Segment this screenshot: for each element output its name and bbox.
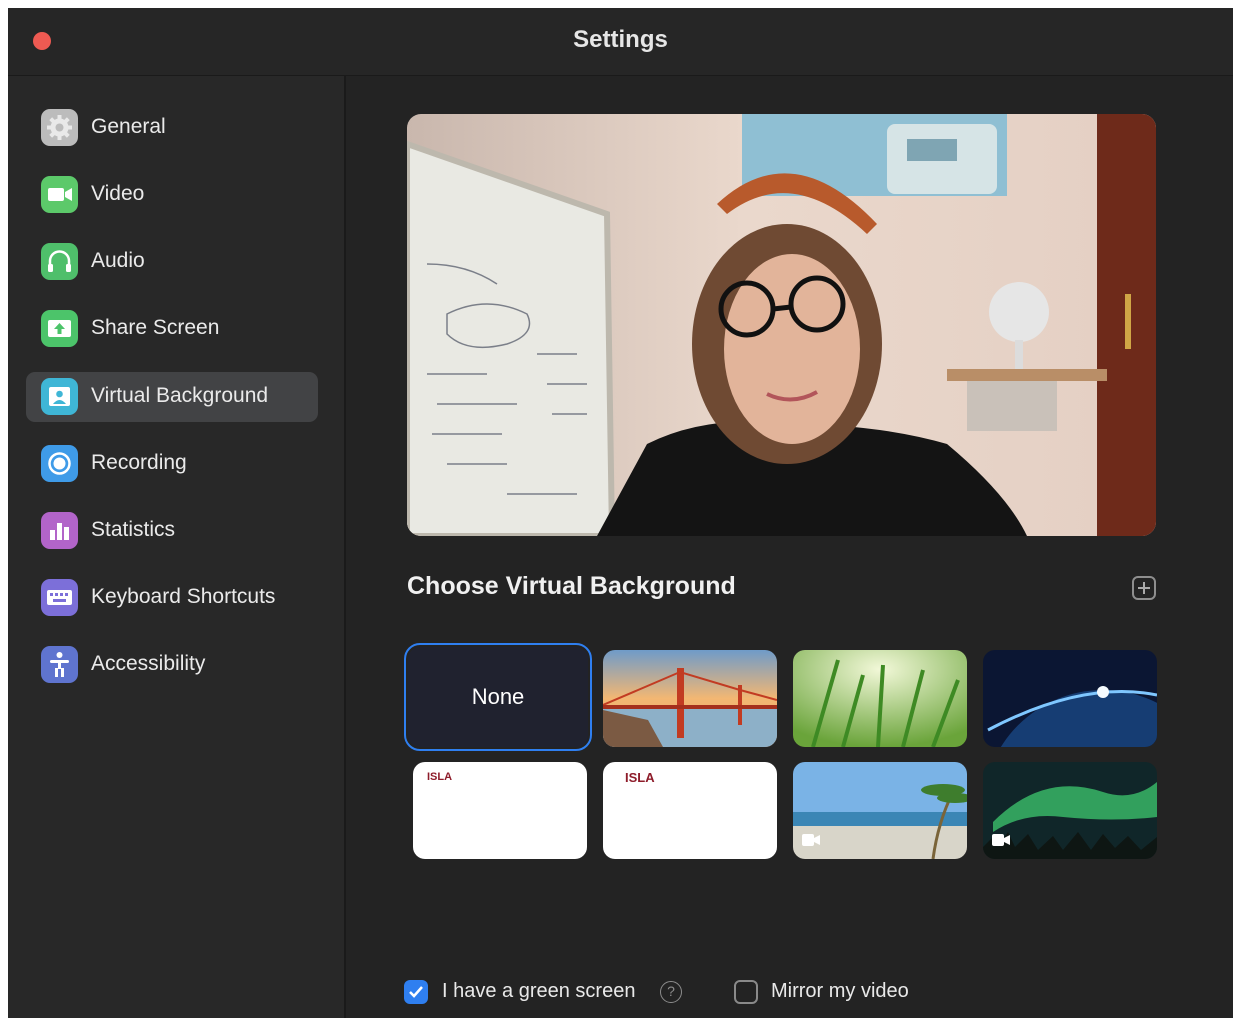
- isla-logo-text: ISLA: [625, 770, 655, 785]
- background-option-beach[interactable]: [793, 762, 967, 859]
- golden-gate-bridge-image: [603, 650, 777, 747]
- sidebar-item-label: Accessibility: [91, 652, 206, 675]
- settings-sidebar: General Video Audio Share Screen Virtual…: [8, 76, 346, 1018]
- background-none-label: None: [471, 684, 525, 709]
- sidebar-item-label: Statistics: [91, 518, 176, 541]
- background-option-none[interactable]: None: [404, 643, 592, 751]
- camera-preview: [407, 114, 1156, 536]
- green-screen-checkbox[interactable]: [404, 980, 428, 1004]
- record-icon: [41, 445, 78, 482]
- accessibility-icon: [41, 646, 78, 683]
- sidebar-item-label: Recording: [91, 451, 187, 474]
- gear-icon: [41, 109, 78, 146]
- background-options-footer: I have a green screen ? Mirror my video: [404, 976, 1104, 1006]
- earth-from-space-image: [983, 650, 1157, 747]
- green-screen-label[interactable]: I have a green screen: [442, 980, 635, 1003]
- bar-chart-icon: [41, 512, 78, 549]
- keyboard-icon: [41, 579, 78, 616]
- background-option-aurora[interactable]: [983, 762, 1157, 859]
- sidebar-item-label: Audio: [91, 249, 145, 272]
- window-title: Settings: [573, 26, 668, 53]
- checkmark-icon: [409, 986, 423, 998]
- sidebar-item-share-screen[interactable]: Share Screen: [26, 304, 318, 354]
- settings-main-panel: Choose Virtual Background None ISLA ISLA…: [346, 76, 1233, 1018]
- sidebar-item-label: Video: [91, 182, 145, 205]
- video-camera-icon: [41, 176, 78, 213]
- background-option-isla-1[interactable]: ISLA: [413, 762, 587, 859]
- sidebar-item-label: Virtual Background: [91, 384, 269, 407]
- background-option-grass[interactable]: [793, 650, 967, 747]
- sidebar-item-audio[interactable]: Audio: [26, 237, 318, 287]
- sidebar-item-statistics[interactable]: Statistics: [26, 506, 318, 556]
- choose-background-heading: Choose Virtual Background: [407, 572, 736, 600]
- virtual-background-icon: [41, 378, 78, 415]
- title-bar: Settings: [8, 8, 1233, 76]
- sidebar-item-recording[interactable]: Recording: [26, 439, 318, 489]
- mirror-video-checkbox[interactable]: [734, 980, 758, 1004]
- background-option-isla-2[interactable]: ISLA: [603, 762, 777, 859]
- sidebar-item-label: Share Screen: [91, 316, 220, 339]
- video-camera-icon: [992, 834, 1010, 846]
- sidebar-item-general[interactable]: General: [26, 103, 318, 153]
- sidebar-item-keyboard-shortcuts[interactable]: Keyboard Shortcuts: [26, 573, 318, 623]
- background-option-golden-gate[interactable]: [603, 650, 777, 747]
- mirror-video-label[interactable]: Mirror my video: [771, 980, 909, 1003]
- sidebar-item-virtual-background[interactable]: Virtual Background: [26, 372, 318, 422]
- sidebar-item-label: Keyboard Shortcuts: [91, 585, 276, 608]
- sidebar-item-label: General: [91, 115, 166, 138]
- help-icon[interactable]: ?: [660, 981, 682, 1003]
- sidebar-item-video[interactable]: Video: [26, 170, 318, 220]
- grass-image: [793, 650, 967, 747]
- sidebar-item-accessibility[interactable]: Accessibility: [26, 640, 318, 690]
- video-camera-icon: [802, 834, 820, 846]
- share-screen-icon: [41, 310, 78, 347]
- isla-logo-text: ISLA: [427, 771, 453, 783]
- headphones-icon: [41, 243, 78, 280]
- settings-window: Settings General Video Audio Share Scree…: [8, 8, 1233, 1018]
- background-option-earth[interactable]: [983, 650, 1157, 747]
- add-background-button[interactable]: [1132, 576, 1156, 600]
